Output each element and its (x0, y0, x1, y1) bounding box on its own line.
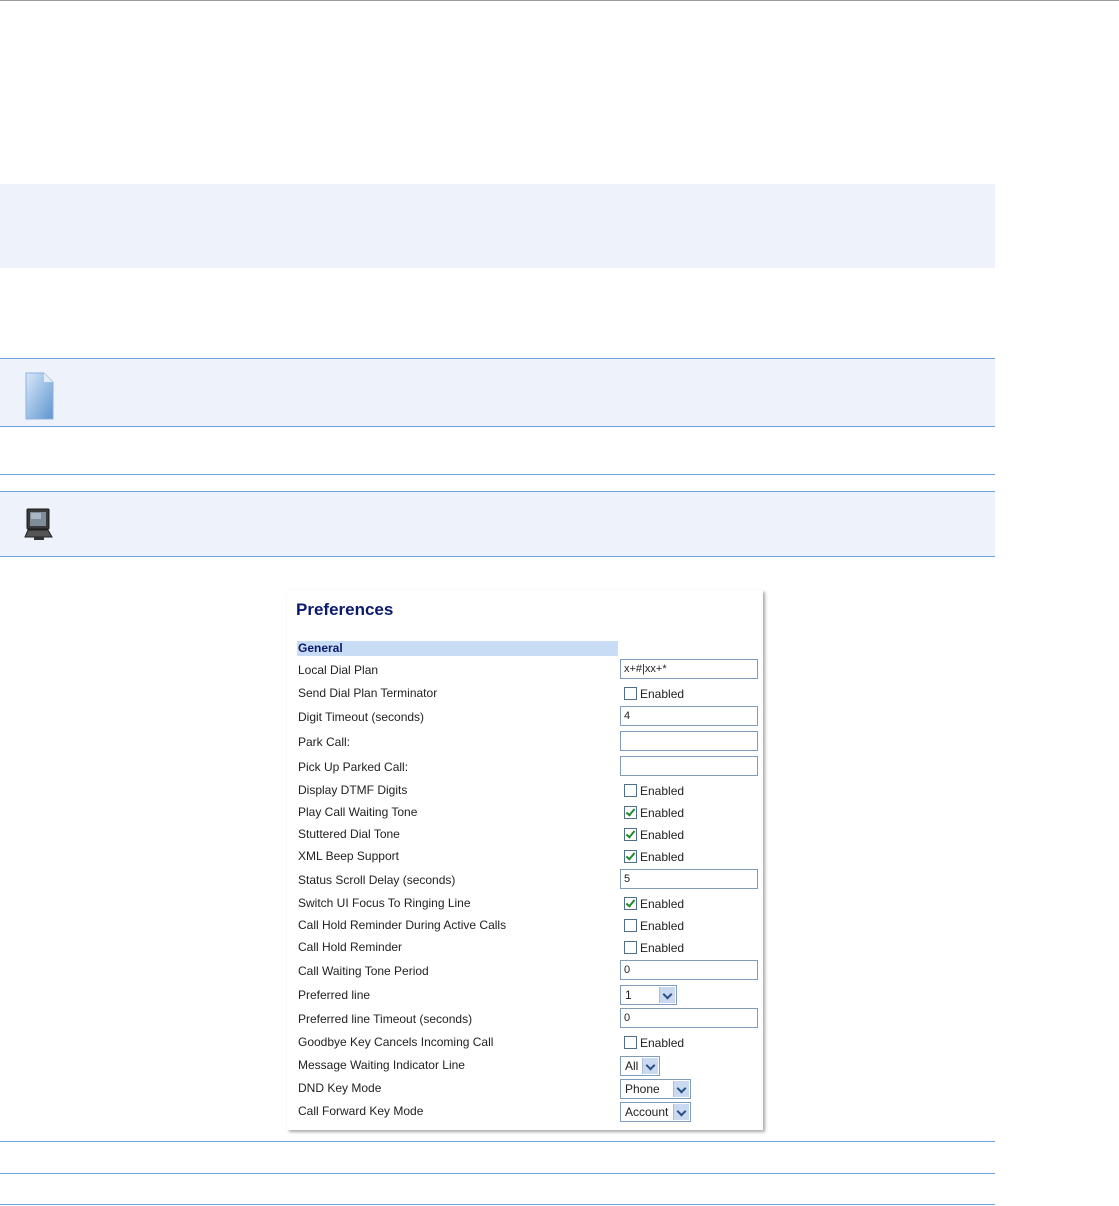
checkbox-label: Enabled (640, 850, 685, 864)
display-dtmf-digits-label: Display DTMF Digits (298, 783, 408, 797)
checkbox-box[interactable] (624, 919, 637, 932)
chevron-down-icon[interactable] (659, 987, 675, 1003)
page-top-rule (0, 0, 1119, 1)
goodbye-key-cancels-checkbox[interactable]: Enabled (624, 1036, 684, 1050)
checkbox-box[interactable] (624, 850, 637, 863)
checkbox-label: Enabled (640, 784, 685, 798)
call-forward-key-mode-label: Call Forward Key Mode (298, 1104, 424, 1118)
checkbox-box[interactable] (624, 784, 637, 797)
section-header-general: General (297, 641, 618, 656)
xml-beep-support-checkbox[interactable]: Enabled (624, 850, 684, 864)
checkbox-box[interactable] (624, 828, 637, 841)
digit-timeout-label: Digit Timeout (seconds) (298, 710, 425, 724)
checkbox-label: Enabled (640, 919, 685, 933)
chevron-down-icon[interactable] (642, 1058, 658, 1074)
stuttered-dial-tone-label: Stuttered Dial Tone (298, 827, 400, 841)
switch-ui-focus-checkbox[interactable]: Enabled (624, 897, 684, 911)
play-call-waiting-tone-checkbox[interactable]: Enabled (624, 806, 684, 820)
checkbox-box[interactable] (624, 897, 637, 910)
mwi-line-select[interactable]: All (620, 1056, 660, 1076)
checkbox-box[interactable] (624, 1036, 637, 1049)
send-dial-plan-terminator-checkbox[interactable]: Enabled (624, 687, 684, 701)
webui-bottom-rule (0, 556, 995, 557)
xml-beep-support-label: XML Beep Support (298, 849, 399, 863)
call-waiting-tone-period-label: Call Waiting Tone Period (298, 964, 429, 978)
call-waiting-tone-period-input[interactable]: 0 (620, 960, 758, 980)
park-call-input[interactable] (620, 731, 758, 751)
preferred-line-select[interactable]: 1 (620, 985, 677, 1005)
call-hold-reminder-label: Call Hold Reminder (298, 940, 403, 954)
status-scroll-delay-label: Status Scroll Delay (seconds) (298, 873, 456, 887)
divider-rule (0, 474, 995, 475)
stuttered-dial-tone-checkbox[interactable]: Enabled (624, 828, 684, 842)
checkbox-label: Enabled (640, 1036, 685, 1050)
note-bottom-rule (0, 426, 995, 427)
local-dial-plan-label: Local Dial Plan (298, 663, 379, 677)
select-value: Phone (625, 1082, 660, 1096)
call-forward-key-mode-select[interactable]: Account (620, 1102, 691, 1122)
local-dial-plan-input[interactable]: x+#|xx+* (620, 659, 758, 679)
park-call-label: Park Call: (298, 735, 351, 749)
call-hold-reminder-active-checkbox[interactable]: Enabled (624, 919, 684, 933)
lower-rule-2 (0, 1173, 995, 1174)
mwi-line-label: Message Waiting Indicator Line (298, 1058, 465, 1072)
select-value: All (625, 1059, 639, 1073)
note-document-icon (24, 371, 54, 426)
page-title: Preferences (296, 600, 394, 619)
lower-rule-3 (0, 1204, 995, 1205)
call-hold-reminder-active-label: Call Hold Reminder During Active Calls (298, 918, 507, 932)
chevron-down-icon[interactable] (673, 1104, 689, 1120)
play-call-waiting-tone-label: Play Call Waiting Tone (298, 805, 418, 819)
switch-ui-focus-label: Switch UI Focus To Ringing Line (298, 896, 471, 910)
status-scroll-delay-input[interactable]: 5 (620, 869, 758, 889)
preferred-line-timeout-input[interactable]: 0 (620, 1008, 758, 1028)
digit-timeout-input[interactable]: 4 (620, 706, 758, 726)
preferred-line-label: Preferred line (298, 988, 371, 1002)
checkbox-box[interactable] (624, 687, 637, 700)
preferred-line-timeout-label: Preferred line Timeout (seconds) (298, 1012, 473, 1026)
checkbox-label: Enabled (640, 687, 685, 701)
checkbox-box[interactable] (624, 941, 637, 954)
webui-band (0, 492, 995, 556)
select-value: Account (625, 1105, 669, 1119)
dnd-key-mode-select[interactable]: Phone (620, 1079, 691, 1099)
highlight-box (0, 184, 995, 268)
checkbox-label: Enabled (640, 806, 685, 820)
pick-up-parked-call-label: Pick Up Parked Call: (298, 760, 409, 774)
checkbox-label: Enabled (640, 941, 685, 955)
checkbox-label: Enabled (640, 897, 685, 911)
send-dial-plan-terminator-label: Send Dial Plan Terminator (298, 686, 438, 700)
pick-up-parked-call-input[interactable] (620, 756, 758, 776)
chevron-down-icon[interactable] (673, 1081, 689, 1097)
call-hold-reminder-checkbox[interactable]: Enabled (624, 941, 684, 955)
goodbye-key-cancels-label: Goodbye Key Cancels Incoming Call (298, 1035, 494, 1049)
preferences-panel: Preferences General Local Dial Plan x+#|… (287, 590, 763, 1130)
checkbox-label: Enabled (640, 828, 685, 842)
checkbox-box[interactable] (624, 806, 637, 819)
computer-monitor-icon (24, 506, 54, 547)
display-dtmf-digits-checkbox[interactable]: Enabled (624, 784, 684, 798)
dnd-key-mode-label: DND Key Mode (298, 1081, 382, 1095)
note-band (0, 359, 995, 426)
select-value: 1 (625, 988, 632, 1002)
lower-rule-1 (0, 1141, 995, 1142)
